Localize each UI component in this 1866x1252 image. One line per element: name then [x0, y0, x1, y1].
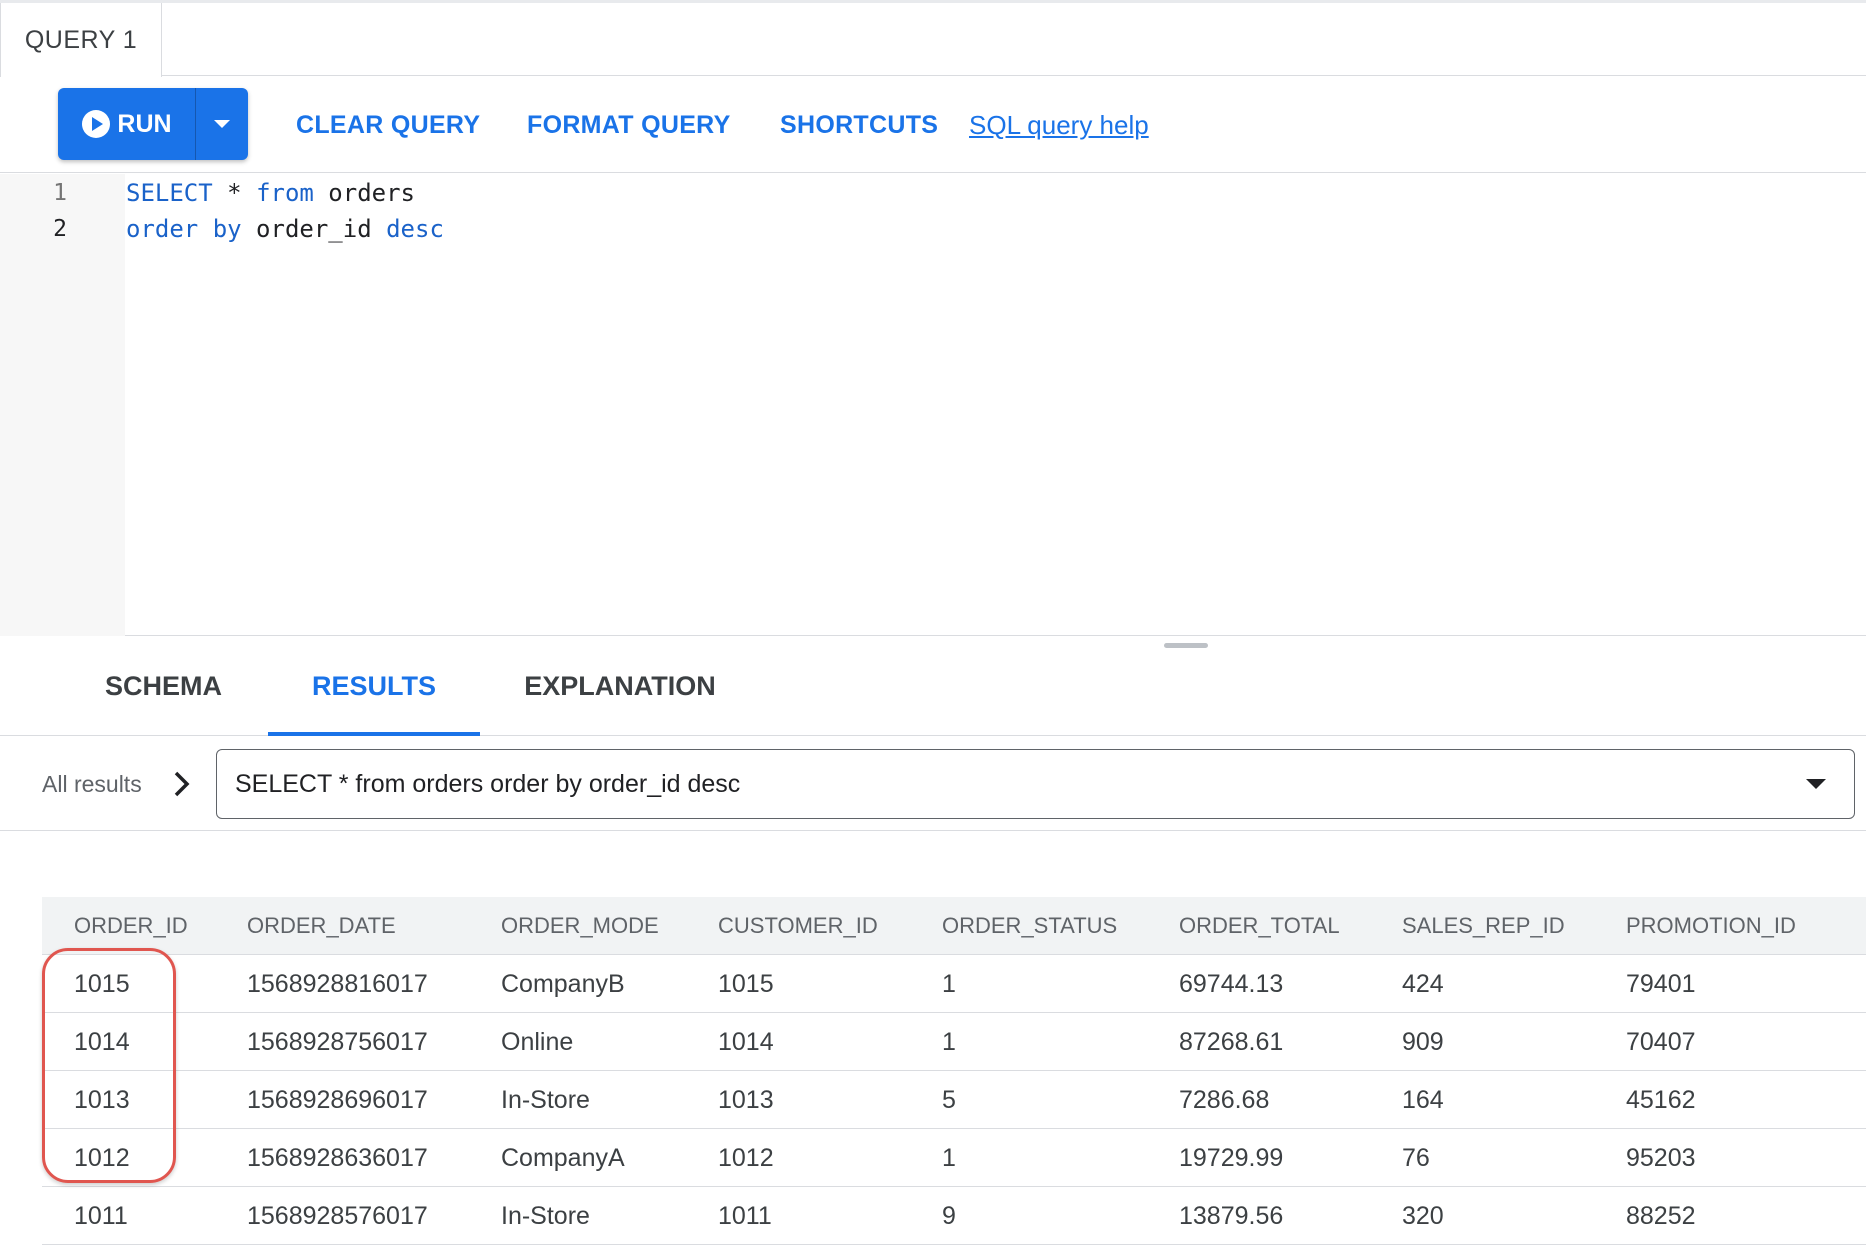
table-cell: 1	[942, 1143, 956, 1172]
table-cell: 76	[1402, 1143, 1430, 1172]
keyword-by: by	[198, 215, 242, 243]
results-table: ORDER_ID ORDER_DATE ORDER_MODE CUSTOMER_…	[42, 897, 1866, 1245]
sql-help-link[interactable]: SQL query help	[969, 77, 1149, 173]
line-number: 2	[53, 216, 67, 242]
caret-down-icon	[214, 120, 230, 128]
table-cell: In-Store	[501, 1201, 590, 1230]
table-cell: 1568928696017	[247, 1085, 428, 1114]
all-results-breadcrumb[interactable]: All results	[42, 737, 142, 831]
tab-results[interactable]: RESULTS	[268, 637, 480, 736]
table-cell: 1	[942, 969, 956, 998]
table-cell: 95203	[1626, 1143, 1696, 1172]
table-cell: 1015	[718, 969, 774, 998]
tab-explanation[interactable]: EXPLANATION	[506, 637, 734, 736]
star-token: *	[212, 179, 257, 207]
table-cell: CompanyB	[501, 969, 625, 998]
results-selector-row: All results SELECT * from orders order b…	[0, 737, 1866, 831]
play-icon	[81, 109, 111, 139]
caret-down-icon	[1806, 779, 1826, 789]
shortcuts-button[interactable]: SHORTCUTS	[780, 77, 938, 173]
format-query-button[interactable]: FORMAT QUERY	[527, 77, 731, 173]
query-result-select[interactable]: SELECT * from orders order by order_id d…	[216, 749, 1855, 819]
table-cell: 7286.68	[1179, 1085, 1270, 1114]
table-cell: 1013	[74, 1085, 130, 1114]
table-cell: 13879.56	[1179, 1201, 1284, 1230]
run-label: RUN	[117, 109, 172, 138]
table-cell: 79401	[1626, 969, 1696, 998]
column-token: order_id	[241, 215, 387, 243]
table-cell: 1012	[74, 1143, 130, 1172]
column-header[interactable]: ORDER_STATUS	[942, 897, 1117, 955]
column-header[interactable]: SALES_REP_ID	[1402, 897, 1565, 955]
table-cell: 1012	[718, 1143, 774, 1172]
clear-query-button[interactable]: CLEAR QUERY	[296, 77, 480, 173]
keyword-order: order	[126, 215, 199, 243]
table-cell: 1013	[718, 1085, 774, 1114]
table-cell: 70407	[1626, 1027, 1696, 1056]
table-cell: 1011	[74, 1201, 128, 1230]
table-cell: 9	[942, 1201, 956, 1230]
run-split-button: RUN	[58, 88, 248, 160]
table-cell: 1015	[74, 969, 130, 998]
table-cell: 19729.99	[1179, 1143, 1284, 1172]
column-header[interactable]: ORDER_DATE	[247, 897, 396, 955]
table-cell: 45162	[1626, 1085, 1696, 1114]
table-cell: Online	[501, 1027, 574, 1056]
table-cell: 1011	[718, 1201, 772, 1230]
table-cell: 1	[942, 1027, 956, 1056]
line-number: 1	[53, 180, 67, 206]
run-button[interactable]: RUN	[58, 88, 195, 160]
run-options-dropdown[interactable]	[195, 88, 248, 160]
chevron-right-icon	[170, 769, 194, 799]
tab-query-1[interactable]: QUERY 1	[0, 3, 162, 77]
table-cell: 164	[1402, 1085, 1444, 1114]
keyword-from: from	[256, 179, 314, 207]
table-cell: 320	[1402, 1201, 1444, 1230]
keyword-desc: desc	[386, 215, 444, 243]
table-cell: 1568928756017	[247, 1027, 428, 1056]
table-row[interactable]: 1011 1568928576017 In-Store 1011 9 13879.56 32…	[42, 1187, 1866, 1245]
table-row[interactable]: 1012 1568928636017 CompanyA 1012 1 19729.99 76…	[42, 1129, 1866, 1187]
sql-editor[interactable]: 1 2 SELECT * from orders order by order_…	[0, 174, 1866, 636]
table-header: ORDER_ID ORDER_DATE ORDER_MODE CUSTOMER_…	[42, 897, 1866, 955]
table-cell: CompanyA	[501, 1143, 625, 1172]
table-cell: 88252	[1626, 1201, 1696, 1230]
table-cell: 1014	[74, 1027, 130, 1056]
code-line-1[interactable]: SELECT * from orders	[126, 179, 415, 207]
column-header[interactable]: CUSTOMER_ID	[718, 897, 878, 955]
table-body: 1015 1568928816017 CompanyB 1015 1 69744.13 42…	[42, 955, 1866, 1245]
table-cell: 1568928636017	[247, 1143, 428, 1172]
table-cell: 909	[1402, 1027, 1444, 1056]
column-header[interactable]: ORDER_TOTAL	[1179, 897, 1340, 955]
table-cell: 424	[1402, 969, 1444, 998]
table-cell: 5	[942, 1085, 956, 1114]
table-cell: 1014	[718, 1027, 774, 1056]
keyword-select: SELECT	[126, 179, 213, 207]
table-row[interactable]: 1015 1568928816017 CompanyB 1015 1 69744.13 42…	[42, 955, 1866, 1013]
column-header[interactable]: ORDER_ID	[74, 897, 188, 955]
selected-query-text: SELECT * from orders order by order_id d…	[235, 769, 741, 798]
column-header[interactable]: PROMOTION_ID	[1626, 897, 1796, 955]
table-cell: 1568928816017	[247, 969, 428, 998]
line-number-gutter: 1 2	[0, 174, 125, 636]
table-cell: 1568928576017	[247, 1201, 428, 1230]
query-tab-bar: QUERY 1	[0, 0, 1866, 77]
table-row[interactable]: 1014 1568928756017 Online 1014 1 87268.61 909 7…	[42, 1013, 1866, 1071]
query-toolbar: RUN CLEAR QUERY FORMAT QUERY SHORTCUTS S…	[0, 77, 1866, 173]
table-row[interactable]: 1013 1568928696017 In-Store 1013 5 7286.68 164…	[42, 1071, 1866, 1129]
tab-schema[interactable]: SCHEMA	[80, 637, 247, 736]
table-cell: 87268.61	[1179, 1027, 1284, 1056]
table-cell: 69744.13	[1179, 969, 1284, 998]
column-header[interactable]: ORDER_MODE	[501, 897, 659, 955]
code-line-2[interactable]: order by order_id desc	[126, 215, 444, 243]
results-tab-bar: SCHEMA RESULTS EXPLANATION	[0, 637, 1866, 736]
table-cell: In-Store	[501, 1085, 590, 1114]
table-token: orders	[313, 179, 416, 207]
